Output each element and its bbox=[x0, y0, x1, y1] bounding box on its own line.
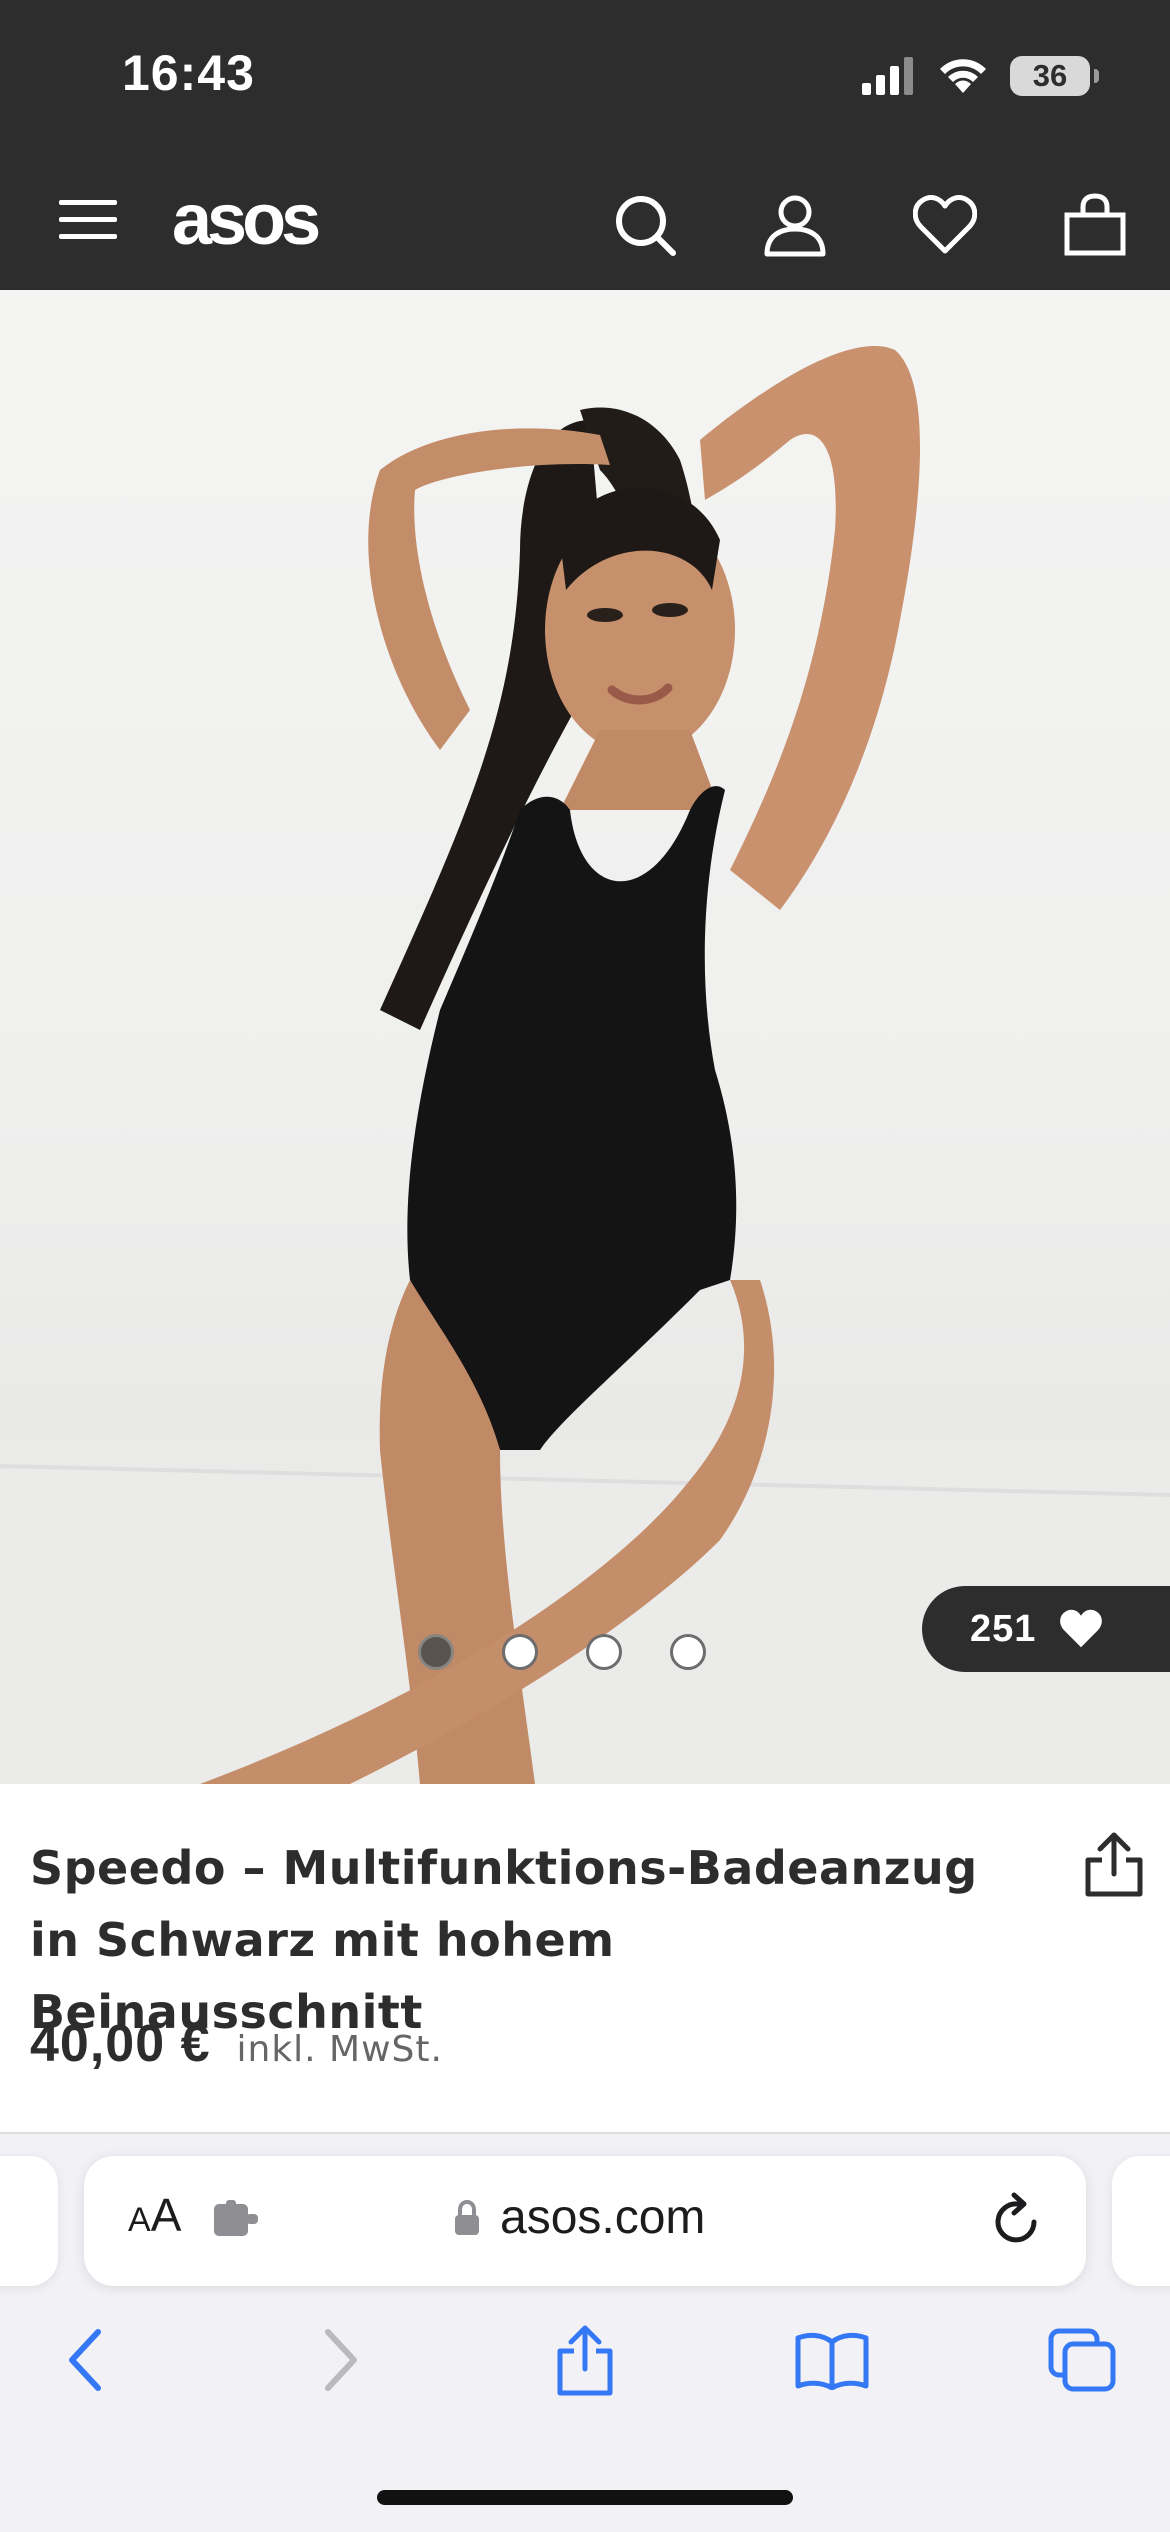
status-icons: 36 bbox=[860, 56, 1099, 96]
account-button[interactable] bbox=[750, 180, 840, 270]
product-image-gallery[interactable]: 251 bbox=[0, 290, 1170, 1784]
bookmarks-button[interactable] bbox=[782, 2310, 882, 2410]
reader-label-small: A bbox=[128, 2201, 151, 2239]
reader-label-big: A bbox=[150, 2189, 182, 2241]
menu-button[interactable] bbox=[48, 180, 128, 260]
home-indicator[interactable] bbox=[377, 2490, 793, 2505]
status-time: 16:43 bbox=[122, 45, 255, 101]
tabs-icon bbox=[1048, 2328, 1116, 2392]
lock-icon bbox=[455, 2199, 479, 2235]
tabs-button[interactable] bbox=[1032, 2310, 1132, 2410]
pagination-dot[interactable] bbox=[418, 1634, 454, 1670]
asos-logo[interactable]: asos bbox=[172, 180, 321, 260]
wifi-icon bbox=[940, 59, 986, 93]
heart-filled-icon bbox=[1060, 1609, 1103, 1648]
heart-icon bbox=[913, 195, 977, 254]
back-icon bbox=[69, 2329, 101, 2391]
pagination-dot[interactable] bbox=[586, 1634, 622, 1670]
share-product-button[interactable] bbox=[1082, 1830, 1146, 1900]
product-price: 40,00 € bbox=[30, 2015, 211, 2073]
site-header: asos bbox=[0, 150, 1170, 290]
save-count-button[interactable]: 251 bbox=[922, 1586, 1170, 1672]
share-icon bbox=[1085, 1832, 1143, 1897]
forward-icon bbox=[325, 2329, 357, 2391]
url-display[interactable]: asos.com bbox=[454, 2190, 705, 2245]
browser-share-button[interactable] bbox=[535, 2310, 635, 2410]
back-button[interactable] bbox=[36, 2310, 136, 2410]
gallery-pagination bbox=[418, 1634, 706, 1670]
forward-button[interactable] bbox=[290, 2310, 390, 2410]
browser-toolbar bbox=[0, 2310, 1170, 2420]
search-button[interactable] bbox=[600, 180, 690, 270]
reload-icon[interactable] bbox=[988, 2192, 1044, 2248]
url-text: asos.com bbox=[500, 2191, 706, 2244]
status-bar: 16:43 36 bbox=[0, 0, 1170, 150]
product-info: Speedo – Multifunktions-Badeanzug in Sch… bbox=[0, 1784, 1170, 2134]
battery-icon: 36 bbox=[1010, 56, 1099, 96]
address-bar[interactable]: A A asos.com bbox=[84, 2156, 1086, 2286]
menu-icon bbox=[59, 200, 117, 239]
pagination-dot[interactable] bbox=[502, 1634, 538, 1670]
bag-button[interactable] bbox=[1050, 180, 1140, 270]
pagination-dot[interactable] bbox=[670, 1634, 706, 1670]
search-icon bbox=[616, 196, 676, 256]
browser-chrome: A A asos.com bbox=[0, 2134, 1170, 2532]
share-icon bbox=[557, 2325, 613, 2396]
saved-items-button[interactable] bbox=[900, 180, 990, 270]
price-row: 40,00 € inkl. MwSt. bbox=[30, 2014, 443, 2074]
product-photo bbox=[0, 346, 1170, 1784]
vat-note: inkl. MwSt. bbox=[236, 2029, 443, 2070]
reader-settings-button[interactable]: A A bbox=[128, 2188, 181, 2242]
extension-icon[interactable] bbox=[212, 2198, 262, 2240]
bag-icon bbox=[1064, 193, 1126, 256]
previous-tab-peek[interactable] bbox=[0, 2156, 58, 2286]
account-icon bbox=[764, 195, 826, 257]
bookmarks-icon bbox=[795, 2332, 869, 2390]
signal-icon bbox=[862, 57, 913, 95]
save-count: 251 bbox=[970, 1607, 1037, 1650]
next-tab-peek[interactable] bbox=[1112, 2156, 1170, 2286]
